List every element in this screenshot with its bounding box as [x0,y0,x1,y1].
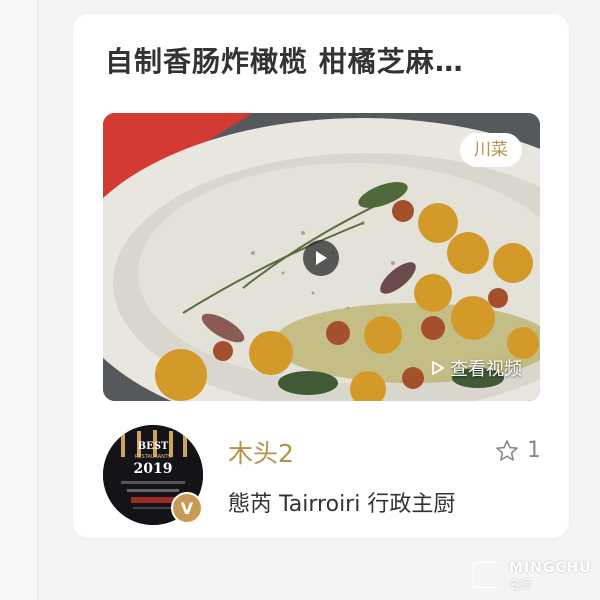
avatar-text-year: 2019 [134,461,173,477]
recipe-title[interactable]: 自制香肠炸橄榄 柑橘芝麻… [105,40,545,80]
play-triangle-icon [432,361,444,375]
verified-badge: V [171,492,203,524]
left-panel-edge [0,0,38,600]
author-title: 態芮 Tairroiri 行政主厨 [228,492,456,517]
watermark-logo-mark [473,562,501,588]
like-count: 1 [527,438,541,463]
play-button[interactable] [303,240,339,276]
watermark-cn: 名厨 [509,578,531,591]
view-video-label: 查看视频 [450,359,522,380]
author-name[interactable]: 木头2 [228,434,294,470]
avatar-text-restaurants: RESTAURANTS [135,454,171,460]
favorite-button[interactable]: 1 [495,438,541,463]
watermark-en: MINGCHU [509,560,592,576]
play-icon [316,251,327,265]
avatar-text-best: BEST [138,441,169,452]
recipe-card[interactable]: 自制香肠炸橄榄 柑橘芝麻… 川菜 查看视频 BEST RESTAURANTS 2… [73,14,569,538]
recipe-video-thumbnail[interactable]: 川菜 查看视频 [103,113,540,401]
mingchu-watermark: MINGCHU 名厨 [473,558,593,592]
star-outline-icon [496,439,518,461]
category-tag[interactable]: 川菜 [460,133,522,167]
view-video-button[interactable]: 查看视频 [432,355,522,381]
